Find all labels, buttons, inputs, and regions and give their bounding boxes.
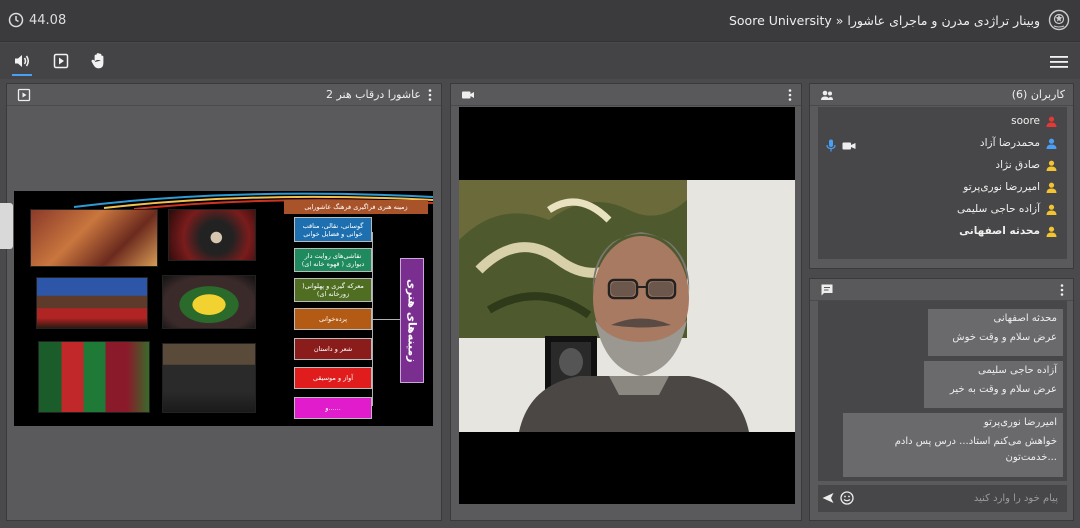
chat-text: عرض سلام و وقت به خیر (949, 384, 1057, 395)
slide-topic-box: گوسانی، نقالی، مناقب خوانی و فضایل خوانی (294, 217, 372, 242)
user-icon (1046, 160, 1057, 171)
slide-image-ceremony (162, 275, 256, 329)
user-name: محمدرضا آزاد (979, 137, 1040, 149)
speaker-icon (15, 55, 30, 67)
user-icon (1046, 182, 1057, 193)
slide-vertical-label: زمینه‌های هنری (400, 258, 424, 383)
side-drawer-handle[interactable] (0, 203, 13, 249)
session-timer: 44.08 (8, 12, 66, 28)
slide-topic-box: معرکه گیری و پهلوانی( زورخانه ای) (294, 278, 372, 302)
presentation-panel-header: عاشورا درقاب هنر 2 (7, 84, 441, 106)
presentation-play-icon (53, 53, 69, 69)
camera-icon (842, 142, 856, 149)
chat-message-input[interactable] (868, 489, 1058, 508)
slide-image-ritual (36, 277, 148, 329)
raise-hand-button[interactable] (89, 51, 109, 71)
timer-value: 44.08 (29, 12, 67, 28)
user-name: امیررضا نوری‌پرتو (963, 181, 1040, 193)
audio-button[interactable] (12, 51, 32, 76)
user-list-item[interactable]: امیررضا نوری‌پرتو (963, 179, 1057, 195)
more-options-icon[interactable] (427, 88, 433, 102)
send-icon[interactable] (822, 492, 834, 504)
user-list-item[interactable]: محدثه اصفهانی (959, 223, 1057, 239)
page-title: Soore University » وبینار تراژدی مدرن و … (728, 13, 1040, 28)
slide-header: زمینه هنری فراگیری فرهنگ عاشورایی (284, 200, 428, 214)
user-list-item[interactable]: آزاده حاجی سلیمی (957, 201, 1057, 217)
slide-topic-box: پرده‌خوانی (294, 308, 372, 330)
user-icon (1046, 226, 1057, 237)
user-name: صادق نژاد (995, 159, 1040, 171)
video-camera-icon (462, 91, 474, 99)
user-list-item[interactable]: محمدرضا آزاد (980, 135, 1057, 151)
chat-panel-header (810, 279, 1073, 301)
chat-message: آزاده حاجی سلیمی عرض سلام و وقت به خیر (924, 361, 1063, 408)
chat-text: عرض سلام و وقت خوش (952, 332, 1057, 343)
user-name: محدثه اصفهانی (959, 225, 1040, 237)
top-bar: 44.08 Soore University » وبینار تراژدی م… (0, 0, 1080, 42)
slide-image-performer (168, 209, 256, 261)
more-options-icon[interactable] (787, 88, 793, 102)
user-icon (1046, 204, 1057, 215)
slide-image-mourners (162, 343, 256, 413)
users-icon (821, 90, 833, 100)
chat-text-continued: خدمت‌تون... (1005, 452, 1057, 463)
user-icon (1046, 116, 1057, 127)
user-icon (1046, 138, 1057, 149)
slide-topic-box: نقاشی‌های روایت دار دیواری ( قهوه خانه ا… (294, 248, 372, 272)
user-name: آزاده حاجی سلیمی (957, 203, 1040, 215)
chat-sender: آزاده حاجی سلیمی (977, 365, 1057, 376)
users-panel-header: کاربران (6) (810, 84, 1073, 106)
presentation-title: عاشورا درقاب هنر 2 (325, 88, 421, 101)
microphone-icon (826, 139, 836, 152)
chat-text: خواهش می‌کنم استاد... درس پس دادم (894, 436, 1057, 447)
menu-icon[interactable] (1050, 55, 1068, 69)
webcam-feed (459, 180, 795, 432)
emoji-icon[interactable] (840, 491, 854, 505)
chat-input-bar (818, 485, 1067, 512)
chat-icon (821, 284, 833, 296)
university-seal-icon (1048, 9, 1070, 31)
slide-topic-box: و...... (294, 397, 372, 419)
webcam-image (459, 180, 795, 432)
presentation-button[interactable] (51, 51, 71, 71)
video-panel-header (451, 84, 801, 106)
slide-connector-line (372, 319, 400, 320)
chat-message: محدثه اصفهانی عرض سلام و وقت خوش (928, 309, 1063, 356)
slide-topic-box: آواز و موسیقی (294, 367, 372, 389)
chat-message: امیررضا نوری‌پرتو خواهش می‌کنم استاد... … (843, 413, 1063, 477)
chat-sender: محدثه اصفهانی (993, 313, 1058, 324)
chat-sender: امیررضا نوری‌پرتو (983, 417, 1057, 428)
slide-canvas: زمینه هنری فراگیری فرهنگ عاشورایی گوسانی… (14, 191, 433, 426)
slide-image-taziyeh (38, 341, 150, 413)
clock-icon (8, 12, 24, 28)
raise-hand-icon (91, 53, 104, 69)
toolbar (0, 43, 1080, 79)
user-list: soore محمدرضا آزاد صادق نژاد امیررضا نوری‌پ… (818, 107, 1067, 259)
user-list-item[interactable]: soore (1011, 113, 1057, 129)
chat-messages[interactable]: محدثه اصفهانی عرض سلام و وقت خوش آزاده ح… (818, 301, 1067, 481)
user-list-item[interactable]: صادق نژاد (995, 157, 1057, 173)
slide-image-painting (30, 209, 158, 267)
user-name: soore (1011, 115, 1040, 127)
user-media-status (826, 139, 856, 152)
users-panel-title: کاربران (6) (1011, 88, 1065, 101)
more-options-icon[interactable] (1059, 283, 1065, 297)
slide-topic-box: شعر و داستان (294, 338, 372, 360)
presentation-icon[interactable] (17, 88, 31, 102)
